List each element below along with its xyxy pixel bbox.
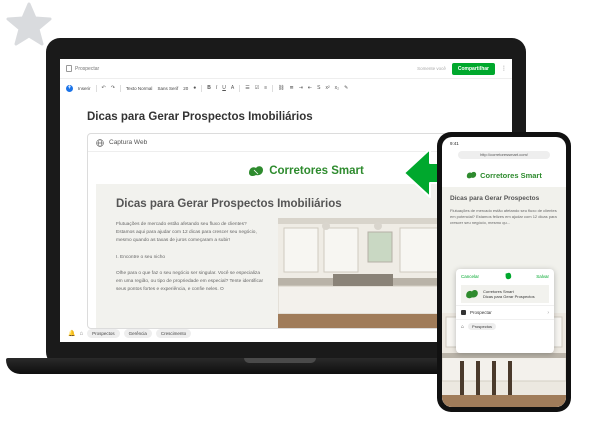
- align-icon[interactable]: ≣: [289, 85, 293, 91]
- text-color-icon[interactable]: ●: [193, 85, 196, 91]
- brand-leaf-icon: [466, 171, 477, 179]
- brand-leaf-icon: [466, 290, 478, 299]
- tag-pill[interactable]: Crescimento: [155, 329, 192, 338]
- phone-screen: 9:41 http://corretoressmart.com/ Correto…: [442, 137, 566, 407]
- reminder-bell-icon[interactable]: 🔔: [68, 330, 75, 337]
- site-brand-name: Corretores Smart: [269, 165, 364, 177]
- web-clip-label: Captura Web: [109, 139, 148, 146]
- toolbar-divider: [239, 84, 241, 92]
- link-icon[interactable]: ⛓: [278, 85, 284, 91]
- toolbar-divider: [95, 84, 97, 92]
- note-title[interactable]: Dicas para Gerar Prospectos Imobiliários: [87, 111, 313, 123]
- redo-icon[interactable]: ↷: [111, 85, 115, 91]
- phone-status-time: 9:41: [450, 141, 459, 146]
- undo-icon[interactable]: ↶: [102, 85, 106, 91]
- site-article-title: Dicas para Gerar Prospectos Imobiliários: [116, 198, 342, 210]
- site-article-body: Flutuações de mercado estão afetando seu…: [116, 221, 266, 302]
- visibility-label: Somente você: [417, 66, 446, 71]
- highlight-icon[interactable]: A: [231, 85, 234, 91]
- article-paragraph: Olhe para o que faz o seu negócio ser si…: [116, 270, 264, 293]
- clip-preview: Corretores Smart Dicas para Gerar Prospe…: [461, 285, 549, 303]
- strikethrough-icon[interactable]: S: [317, 85, 320, 91]
- notebook-name: Prospectar: [470, 310, 492, 315]
- font-size-select[interactable]: 20: [183, 86, 188, 91]
- app-topbar: Prospectar Somente você Compartilhar ⋮: [60, 59, 512, 79]
- toolbar-divider: [119, 84, 121, 92]
- kitchen-photo: [278, 218, 448, 328]
- tag-pill[interactable]: Gerência: [123, 329, 152, 338]
- phone-web-page: Corretores Smart Dicas para Gerar Prospe…: [442, 163, 566, 407]
- phone-site-brand-name: Corretores Smart: [480, 170, 542, 180]
- tag-selector[interactable]: ⌂ Prospectos: [456, 319, 554, 333]
- article-paragraph: Flutuações de mercado estão afetando seu…: [116, 222, 257, 244]
- bulleted-list-icon[interactable]: ☰: [245, 85, 249, 91]
- insert-plus-icon[interactable]: +: [66, 84, 73, 92]
- tag-pill[interactable]: Prospectos: [87, 329, 120, 338]
- phone-site-header: Corretores Smart: [442, 163, 566, 187]
- app-logo-icon: [505, 272, 511, 280]
- indent-icon[interactable]: ⇥: [299, 85, 303, 91]
- toolbar-divider: [272, 84, 274, 92]
- tag-pill[interactable]: Prospectos: [468, 323, 497, 330]
- toolbar-divider: [201, 84, 203, 92]
- underline-icon[interactable]: U: [222, 85, 226, 91]
- brand-leaf-icon: [249, 166, 264, 177]
- tag-icon: ⌂: [461, 323, 465, 330]
- globe-icon: [96, 138, 104, 147]
- subscript-icon[interactable]: x₂: [335, 85, 339, 91]
- save-clip-sheet: Cancelar Salvar Corretores Smart Dicas p…: [456, 269, 554, 353]
- chevron-right-icon: ›: [547, 309, 549, 316]
- phone-article-body: Flutuações de mercado estão afetando seu…: [450, 208, 557, 225]
- laptop-notch: [244, 358, 316, 363]
- clear-format-icon[interactable]: ✎: [344, 85, 348, 91]
- phone-article-title: Dicas para Gerar Prospectos: [450, 195, 540, 202]
- notebook-icon: [461, 310, 466, 315]
- preview-title: Dicas para Gerar Prospectos: [483, 294, 535, 299]
- browser-url-bar[interactable]: http://corretoressmart.com/: [458, 151, 550, 159]
- outdent-icon[interactable]: ⇤: [308, 85, 312, 91]
- italic-icon[interactable]: I: [216, 85, 217, 91]
- font-family-select[interactable]: Sans Serif: [157, 86, 178, 91]
- text-style-select[interactable]: Texto Normal: [126, 86, 153, 91]
- notebook-selector[interactable]: Prospectar ›: [456, 305, 554, 319]
- share-button[interactable]: Compartilhar: [451, 62, 495, 75]
- clip-preview-text: Corretores Smart Dicas para Gerar Prospe…: [483, 289, 535, 299]
- insert-menu[interactable]: Inserir: [78, 86, 91, 91]
- decorative-star-icon: [6, 2, 52, 46]
- bold-icon[interactable]: B: [207, 85, 211, 91]
- save-button[interactable]: Salvar: [536, 274, 549, 279]
- tag-icon[interactable]: ⌂: [79, 331, 83, 337]
- sheet-header: Cancelar Salvar: [456, 269, 554, 283]
- article-paragraph: I. Encontre o seu nicho: [116, 254, 166, 260]
- checklist-icon[interactable]: ☑: [255, 85, 259, 91]
- superscript-icon[interactable]: x²: [325, 85, 329, 91]
- numbered-list-icon[interactable]: ≡: [264, 85, 267, 91]
- more-options-icon[interactable]: ⋮: [501, 65, 507, 72]
- note-icon: [66, 65, 72, 72]
- cancel-button[interactable]: Cancelar: [461, 274, 479, 279]
- breadcrumb-notebook[interactable]: Prospectar: [75, 66, 99, 72]
- formatting-toolbar: + Inserir ↶ ↷ Texto Normal Sans Serif 20…: [60, 81, 512, 95]
